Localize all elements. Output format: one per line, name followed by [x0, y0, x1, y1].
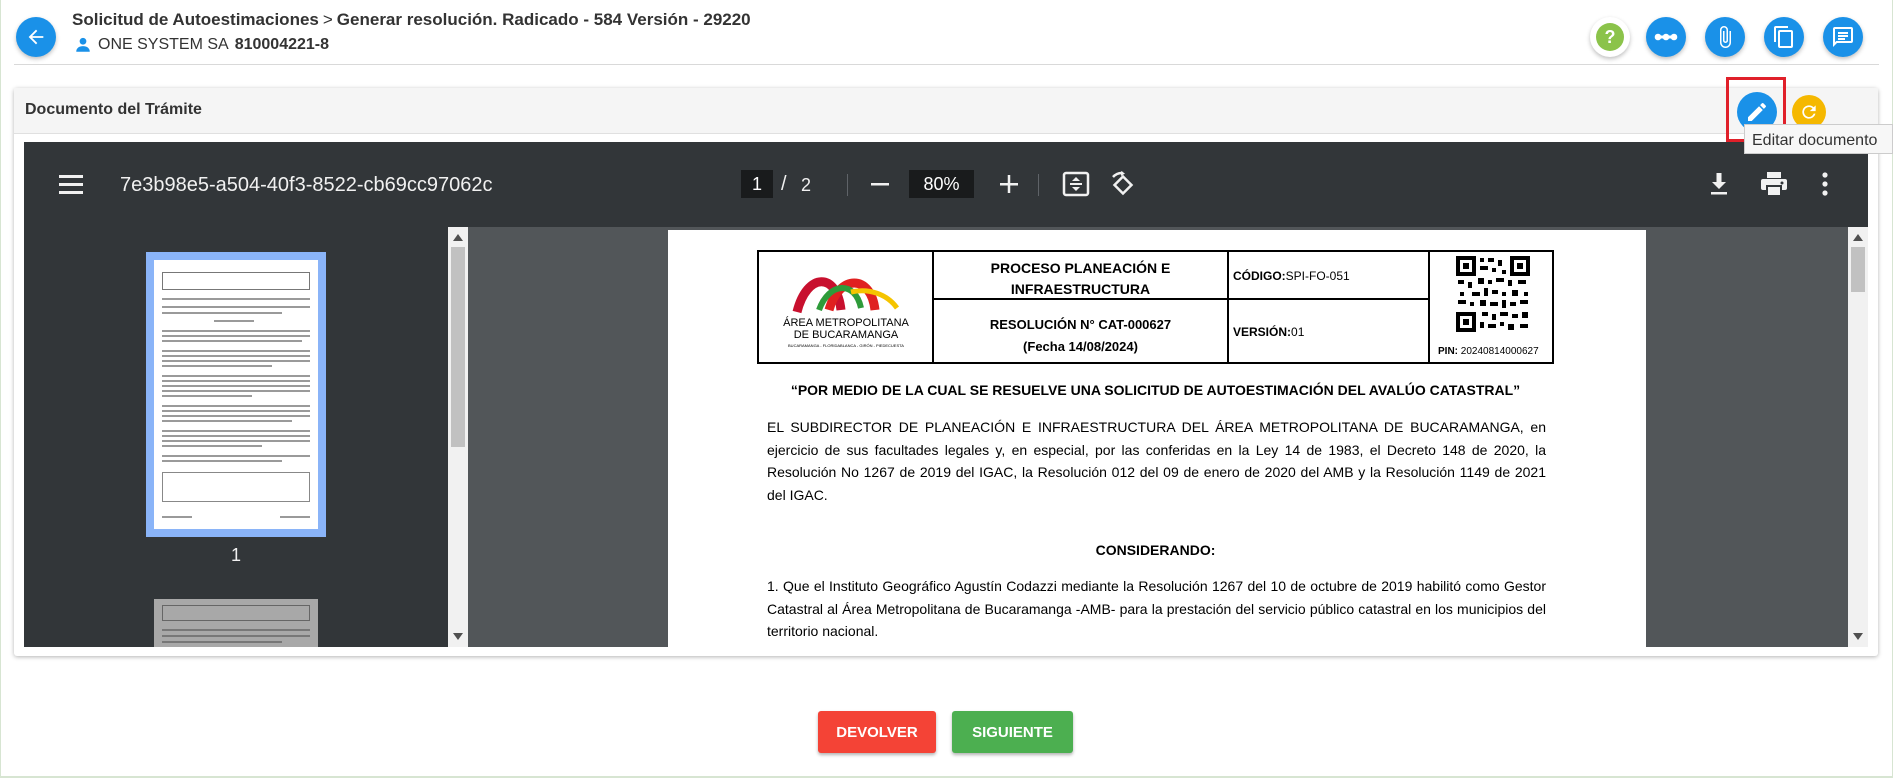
pin-text: PIN: 20240814000627 [1438, 346, 1539, 357]
breadcrumb-current: Generar resolución. Radicado - 584 Versi… [336, 10, 751, 29]
scrollbar-thumb[interactable] [1851, 247, 1865, 292]
breadcrumb-separator: > [322, 10, 333, 29]
notes-button[interactable] [1823, 17, 1863, 57]
next-button[interactable]: SIGUIENTE [952, 711, 1073, 753]
help-button[interactable]: ? [1590, 17, 1630, 57]
refresh-icon [1802, 105, 1816, 119]
zoom-out-icon[interactable] [868, 172, 892, 196]
resolution-heading: “POR MEDIO DE LA CUAL SE RESUELVE UNA SO… [790, 382, 1521, 398]
back-button[interactable] [16, 17, 56, 57]
attachments-button[interactable] [1705, 17, 1745, 57]
document-file-name: 7e3b98e5-a504-40f3-8522-cb69cc97062c [120, 174, 493, 196]
person-icon [76, 37, 90, 52]
notes-icon [1833, 27, 1853, 47]
rotate-icon[interactable] [1109, 171, 1137, 199]
more-options-button[interactable] [1646, 17, 1686, 57]
logo-city: DE BUCARAMANGA [794, 329, 899, 341]
pin-label: PIN: [1438, 346, 1458, 357]
pencil-icon [1748, 102, 1766, 121]
attachment-icon [1720, 26, 1731, 48]
help-icon: ? [1596, 23, 1624, 51]
resolution-paragraph-2: 1. Que el Instituto Geográfico Agustín C… [767, 578, 1546, 639]
pdf-page: ÁREA METROPOLITANA DE BUCARAMANGA BUCARA… [668, 230, 1646, 647]
version-label: VERSIÓN: [1233, 325, 1292, 339]
considerando-heading: CONSIDERANDO: [1095, 542, 1216, 558]
process-line-1: PROCESO PLANEACIÓN E [990, 260, 1171, 276]
resolution-number: RESOLUCIÓN N° CAT-000627 [989, 317, 1172, 332]
thumbnail-page-1[interactable] [154, 260, 318, 529]
logo-tagline: BUCARAMANGA - FLORIDABLANCA - GIRÓN - PI… [788, 343, 904, 348]
breadcrumb: Solicitud de Autoestimaciones > Generar re… [72, 10, 751, 30]
zoom-level-input[interactable]: 80% [909, 170, 974, 198]
owner-name: ONE SYSTEM SA [98, 36, 229, 53]
scroll-up-arrow[interactable] [453, 234, 463, 241]
toolbar-divider [847, 174, 848, 196]
thumbnail-page-2[interactable] [154, 599, 318, 647]
arrow-left-icon [28, 29, 44, 45]
zoom-in-icon[interactable] [997, 172, 1021, 196]
download-icon[interactable] [1707, 171, 1731, 197]
breadcrumb-parent[interactable]: Solicitud de Autoestimaciones [72, 10, 319, 29]
process-line-2: INFRAESTRUCTURA [1010, 281, 1151, 297]
scroll-down-arrow[interactable] [1853, 633, 1863, 640]
thumbnail-sidebar: 1 [24, 227, 448, 647]
scrollbar-thumb[interactable] [451, 247, 465, 447]
version-cell: VERSIÓN:01 [1229, 300, 1430, 362]
more-horizontal-icon [1654, 33, 1678, 41]
fit-to-page-icon[interactable] [1062, 171, 1090, 197]
svg-text:?: ? [1605, 27, 1616, 47]
version-value: 01 [1291, 325, 1305, 339]
code-cell: CÓDIGO:SPI-FO-051 [1229, 252, 1430, 300]
amb-logo: ÁREA METROPOLITANA DE BUCARAMANGA BUCARA… [759, 252, 934, 362]
page-total: 2 [801, 175, 812, 195]
viewer-toolbar: 7e3b98e5-a504-40f3-8522-cb69cc97062c 1 /… [24, 142, 1868, 227]
pin-value: 20240814000627 [1460, 346, 1539, 357]
document-header-table: ÁREA METROPOLITANA DE BUCARAMANGA BUCARA… [757, 250, 1554, 364]
documents-icon [1774, 26, 1793, 48]
pdf-viewer: 7e3b98e5-a504-40f3-8522-cb69cc97062c 1 /… [24, 142, 1868, 647]
owner-info: ONE SYSTEM SA 810004221-8 [74, 36, 329, 54]
header-divider [14, 64, 1879, 65]
logo-name: ÁREA METROPOLITANA [783, 316, 909, 329]
card-header: Documento del Trámite [14, 88, 1878, 134]
owner-nit: 810004221-8 [234, 36, 330, 53]
scroll-down-arrow[interactable] [453, 633, 463, 640]
resolution-paragraph-1: EL SUBDIRECTOR DE PLANEACIÓN E INFRAESTR… [767, 419, 1546, 503]
code-label: CÓDIGO: [1233, 269, 1286, 283]
document-scrollbar[interactable] [1848, 227, 1868, 647]
qr-code-icon [1456, 256, 1530, 332]
page-number-input[interactable]: 1 [741, 170, 773, 198]
scroll-up-arrow[interactable] [1853, 234, 1863, 241]
return-button[interactable]: DEVOLVER [818, 711, 936, 753]
more-vertical-icon[interactable] [1820, 171, 1830, 197]
edit-document-tooltip: Editar documento [1744, 124, 1893, 154]
qr-cell: PIN: 20240814000627 [1430, 252, 1552, 362]
thumbnail-page-number: 1 [230, 545, 241, 565]
card-title: Documento del Trámite [25, 101, 202, 118]
page-separator: / [781, 173, 787, 195]
resolution-cell: RESOLUCIÓN N° CAT-000627 (Fecha 14/08/20… [934, 300, 1229, 362]
menu-icon[interactable] [58, 172, 84, 196]
code-value: SPI-FO-051 [1285, 269, 1350, 283]
thumbnail-scrollbar[interactable] [448, 227, 468, 647]
resolution-date: (Fecha 14/08/2024) [1023, 339, 1138, 354]
print-icon[interactable] [1760, 171, 1788, 197]
toolbar-divider [1038, 174, 1039, 196]
process-cell: PROCESO PLANEACIÓN E INFRAESTRUCTURA [934, 252, 1229, 300]
documents-button[interactable] [1764, 17, 1804, 57]
